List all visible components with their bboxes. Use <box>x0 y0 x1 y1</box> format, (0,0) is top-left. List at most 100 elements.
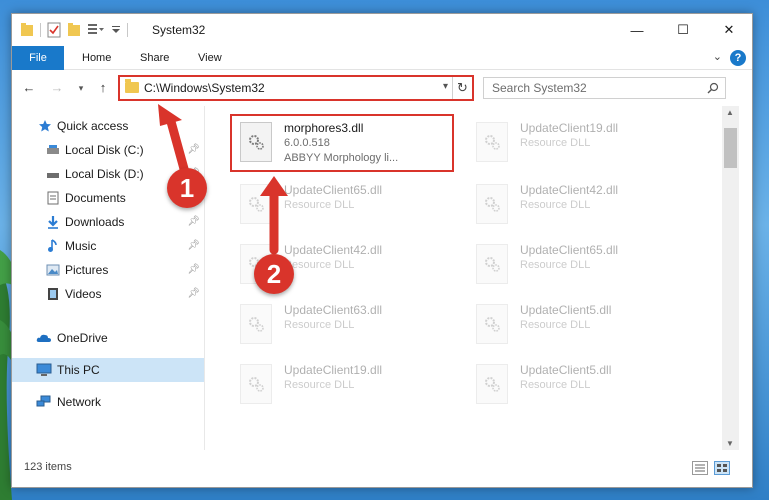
sidebar-item-this-pc[interactable]: This PC <box>12 358 204 382</box>
file-tile[interactable]: UpdateClient5.dll Resource DLL <box>468 358 692 416</box>
window-title: System32 <box>152 23 206 37</box>
customize-toolbar-icon[interactable] <box>87 22 105 38</box>
file-name: UpdateClient42.dll <box>520 183 619 197</box>
toolbar-divider <box>40 23 41 37</box>
sidebar-item-label: Videos <box>65 287 102 301</box>
expand-ribbon-icon[interactable]: ⌄ <box>713 50 722 63</box>
dll-file-icon <box>476 122 508 162</box>
help-icon[interactable]: ? <box>730 50 746 66</box>
ribbon-tabs: File Home Share View ⌄ ? <box>12 46 752 70</box>
new-folder-icon[interactable] <box>67 22 81 38</box>
vertical-scrollbar[interactable]: ▲ ▼ <box>722 106 739 450</box>
sidebar-item-onedrive[interactable]: OneDrive <box>12 326 204 350</box>
sidebar-item-label: Music <box>65 239 97 253</box>
file-type: Resource DLL <box>520 259 591 271</box>
tab-home[interactable]: Home <box>72 46 121 70</box>
up-arrow-icon[interactable]: ↑ <box>94 79 112 97</box>
sidebar-item-music[interactable]: Music 📌︎ <box>12 234 204 258</box>
toolbar-divider <box>127 23 128 37</box>
scroll-down-icon[interactable]: ▼ <box>726 439 734 448</box>
sidebar-item-label: Local Disk (C:) <box>65 143 144 157</box>
sidebar-item-quick-access[interactable]: Quick access <box>12 114 204 138</box>
file-tile-morphores3[interactable]: morphores3.dll 6.0.0.518 ABBYY Morpholog… <box>230 114 454 172</box>
address-bar[interactable]: C:\Windows\System32 ▾ ↻ <box>118 75 474 101</box>
file-tile[interactable]: UpdateClient5.dll Resource DLL <box>468 298 692 356</box>
scroll-up-icon[interactable]: ▲ <box>726 108 734 117</box>
file-explorer-window: System32 — ☐ ✕ File Home Share View ⌄ ? … <box>11 13 753 488</box>
file-name: UpdateClient5.dll <box>520 363 612 377</box>
chevron-down-icon[interactable] <box>111 22 121 38</box>
address-path[interactable]: C:\Windows\System32 <box>144 81 265 95</box>
star-icon <box>39 120 51 132</box>
sidebar-item-label: Quick access <box>57 119 129 133</box>
gear-icon <box>485 377 500 392</box>
network-icon <box>36 395 51 407</box>
file-tile[interactable]: UpdateClient19.dll Resource DLL <box>468 116 692 174</box>
sidebar-item-videos[interactable]: Videos 📌︎ <box>12 282 204 306</box>
pictures-icon <box>46 264 60 276</box>
file-type: Resource DLL <box>520 379 591 391</box>
music-icon <box>48 239 57 252</box>
file-type: Resource DLL <box>520 319 591 331</box>
documents-icon <box>47 191 59 205</box>
tiles-view-icon[interactable] <box>714 461 730 475</box>
navigation-bar: ← → ▾ ↑ C:\Windows\System32 ▾ ↻ Search S… <box>12 71 752 105</box>
sidebar-item-label: Local Disk (D:) <box>65 167 144 181</box>
file-tile[interactable]: UpdateClient65.dll Resource DLL <box>468 238 692 296</box>
gear-icon <box>485 197 500 212</box>
sidebar-item-label: This PC <box>57 363 100 377</box>
tab-view[interactable]: View <box>188 46 232 70</box>
sidebar-item-label: Downloads <box>65 215 125 229</box>
file-tile[interactable]: UpdateClient65.dll Resource DLL <box>232 178 456 236</box>
file-name: UpdateClient19.dll <box>284 363 383 377</box>
file-type: Resource DLL <box>284 259 355 271</box>
details-view-icon[interactable] <box>692 461 708 475</box>
properties-icon[interactable] <box>47 22 61 38</box>
gear-icon <box>485 135 500 150</box>
pin-icon[interactable]: 📌︎ <box>187 240 200 251</box>
pin-icon[interactable]: 📌︎ <box>187 216 200 227</box>
back-arrow-icon[interactable]: ← <box>20 79 38 97</box>
file-version: 6.0.0.518 <box>284 137 330 149</box>
sidebar-item-local-disk-c[interactable]: Local Disk (C:) 📌︎ <box>12 138 204 162</box>
tab-share[interactable]: Share <box>130 46 179 70</box>
maximize-button[interactable]: ☐ <box>660 14 706 46</box>
pin-icon[interactable]: 📌︎ <box>187 144 200 155</box>
dll-file-icon <box>476 184 508 224</box>
sidebar-item-downloads[interactable]: Downloads 📌︎ <box>12 210 204 234</box>
search-input[interactable]: Search System32 <box>483 77 726 99</box>
download-icon <box>48 216 58 229</box>
step-1-badge: 1 <box>167 168 207 208</box>
forward-arrow-icon[interactable]: → <box>48 79 66 97</box>
file-type: Resource DLL <box>520 199 591 211</box>
file-name: UpdateClient19.dll <box>520 121 619 135</box>
refresh-icon[interactable]: ↻ <box>452 77 472 99</box>
file-type: Resource DLL <box>284 379 355 391</box>
file-name: UpdateClient65.dll <box>520 243 619 257</box>
file-tile[interactable]: UpdateClient42.dll Resource DLL <box>468 178 692 236</box>
gear-icon <box>249 197 264 212</box>
sidebar-item-label: Network <box>57 395 102 409</box>
minimize-button[interactable]: — <box>614 14 660 46</box>
drive-icon <box>47 173 59 178</box>
folder-icon <box>21 23 33 36</box>
file-name: UpdateClient65.dll <box>284 183 383 197</box>
sidebar-item-network[interactable]: Network <box>12 390 204 414</box>
search-placeholder: Search System32 <box>492 81 587 95</box>
gear-icon <box>249 135 264 150</box>
recent-locations-icon[interactable]: ▾ <box>72 79 90 97</box>
search-icon[interactable] <box>707 82 719 94</box>
sidebar-item-pictures[interactable]: Pictures 📌︎ <box>12 258 204 282</box>
file-tile[interactable]: UpdateClient19.dll Resource DLL <box>232 358 456 416</box>
folder-icon <box>125 79 139 93</box>
gear-icon <box>249 317 264 332</box>
pin-icon[interactable]: 📌︎ <box>187 288 200 299</box>
file-name: UpdateClient63.dll <box>284 303 383 317</box>
pin-icon[interactable]: 📌︎ <box>187 264 200 275</box>
tab-file[interactable]: File <box>12 46 64 70</box>
chevron-down-icon[interactable]: ▾ <box>443 81 448 92</box>
scrollbar-thumb[interactable] <box>724 128 737 168</box>
close-button[interactable]: ✕ <box>706 14 752 46</box>
file-name: morphores3.dll <box>284 121 364 135</box>
file-tile[interactable]: UpdateClient63.dll Resource DLL <box>232 298 456 356</box>
